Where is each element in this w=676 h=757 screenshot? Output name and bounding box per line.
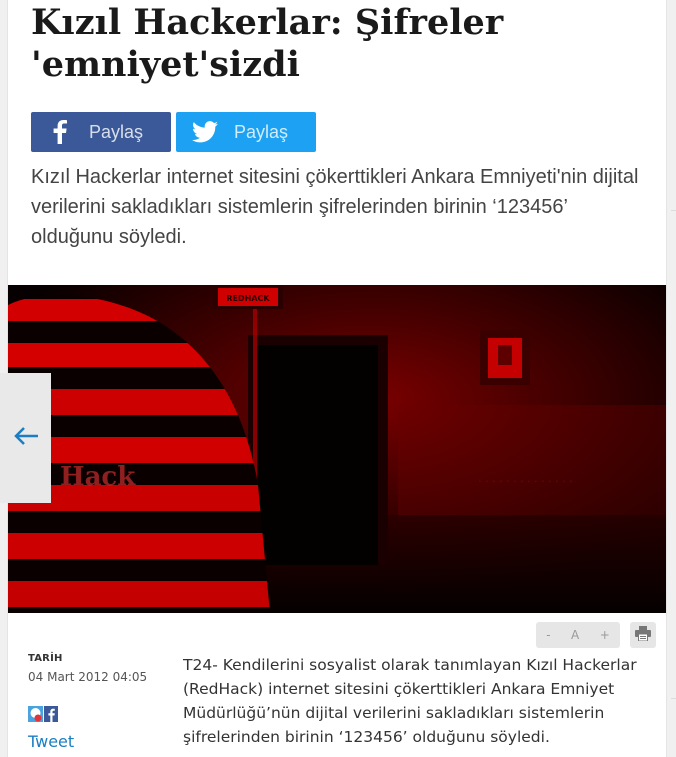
- publish-date: 04 Mart 2012 04:05: [28, 670, 148, 684]
- article-card: Kızıl Hackerlar: Şifreler 'emniyet'sizdi…: [7, 0, 667, 757]
- arrow-left-icon: [13, 426, 39, 450]
- svg-text:· · · · · · · · · · · · · ·: · · · · · · · · · · · · · ·: [478, 475, 572, 488]
- article-summary: Kızıl Hackerlar internet sitesini çökert…: [31, 166, 639, 248]
- print-button[interactable]: [630, 622, 656, 648]
- font-reset-button[interactable]: A: [571, 628, 579, 642]
- font-decrease-button[interactable]: -: [546, 628, 550, 642]
- messenger-icon[interactable]: [28, 706, 43, 724]
- facebook-share-label: Paylaş: [89, 121, 144, 142]
- article-headline: Kızıl Hackerlar: Şifreler 'emniyet'sizdi: [31, 2, 504, 85]
- previous-article-button[interactable]: [0, 373, 51, 503]
- page-edge-mark: [671, 698, 676, 699]
- social-icons: [28, 706, 58, 724]
- page-edge-mark: [671, 210, 676, 211]
- hero-sign-text: REDHACK: [226, 294, 270, 303]
- font-increase-button[interactable]: +: [600, 628, 610, 642]
- hero-illustration: REDHACK · · · · · · · · · · · · · · Hack: [8, 285, 666, 613]
- date-label: TARİH: [28, 653, 63, 664]
- font-size-tools: - A +: [536, 622, 620, 648]
- twitter-bird-icon: [192, 119, 218, 145]
- twitter-share-button[interactable]: Paylaş: [176, 112, 316, 152]
- facebook-f-icon: [47, 119, 73, 145]
- facebook-share-button[interactable]: Paylaş: [31, 112, 171, 152]
- twitter-share-label: Paylaş: [234, 121, 289, 142]
- facebook-small-icon[interactable]: [44, 706, 58, 724]
- article-body: T24- Kendilerini sosyalist olarak tanıml…: [183, 656, 637, 746]
- hero-image: REDHACK · · · · · · · · · · · · · · Hack: [8, 285, 666, 613]
- hero-wall-text: Hack: [60, 462, 136, 492]
- tweet-link[interactable]: Tweet: [28, 732, 74, 751]
- printer-icon: [635, 625, 651, 645]
